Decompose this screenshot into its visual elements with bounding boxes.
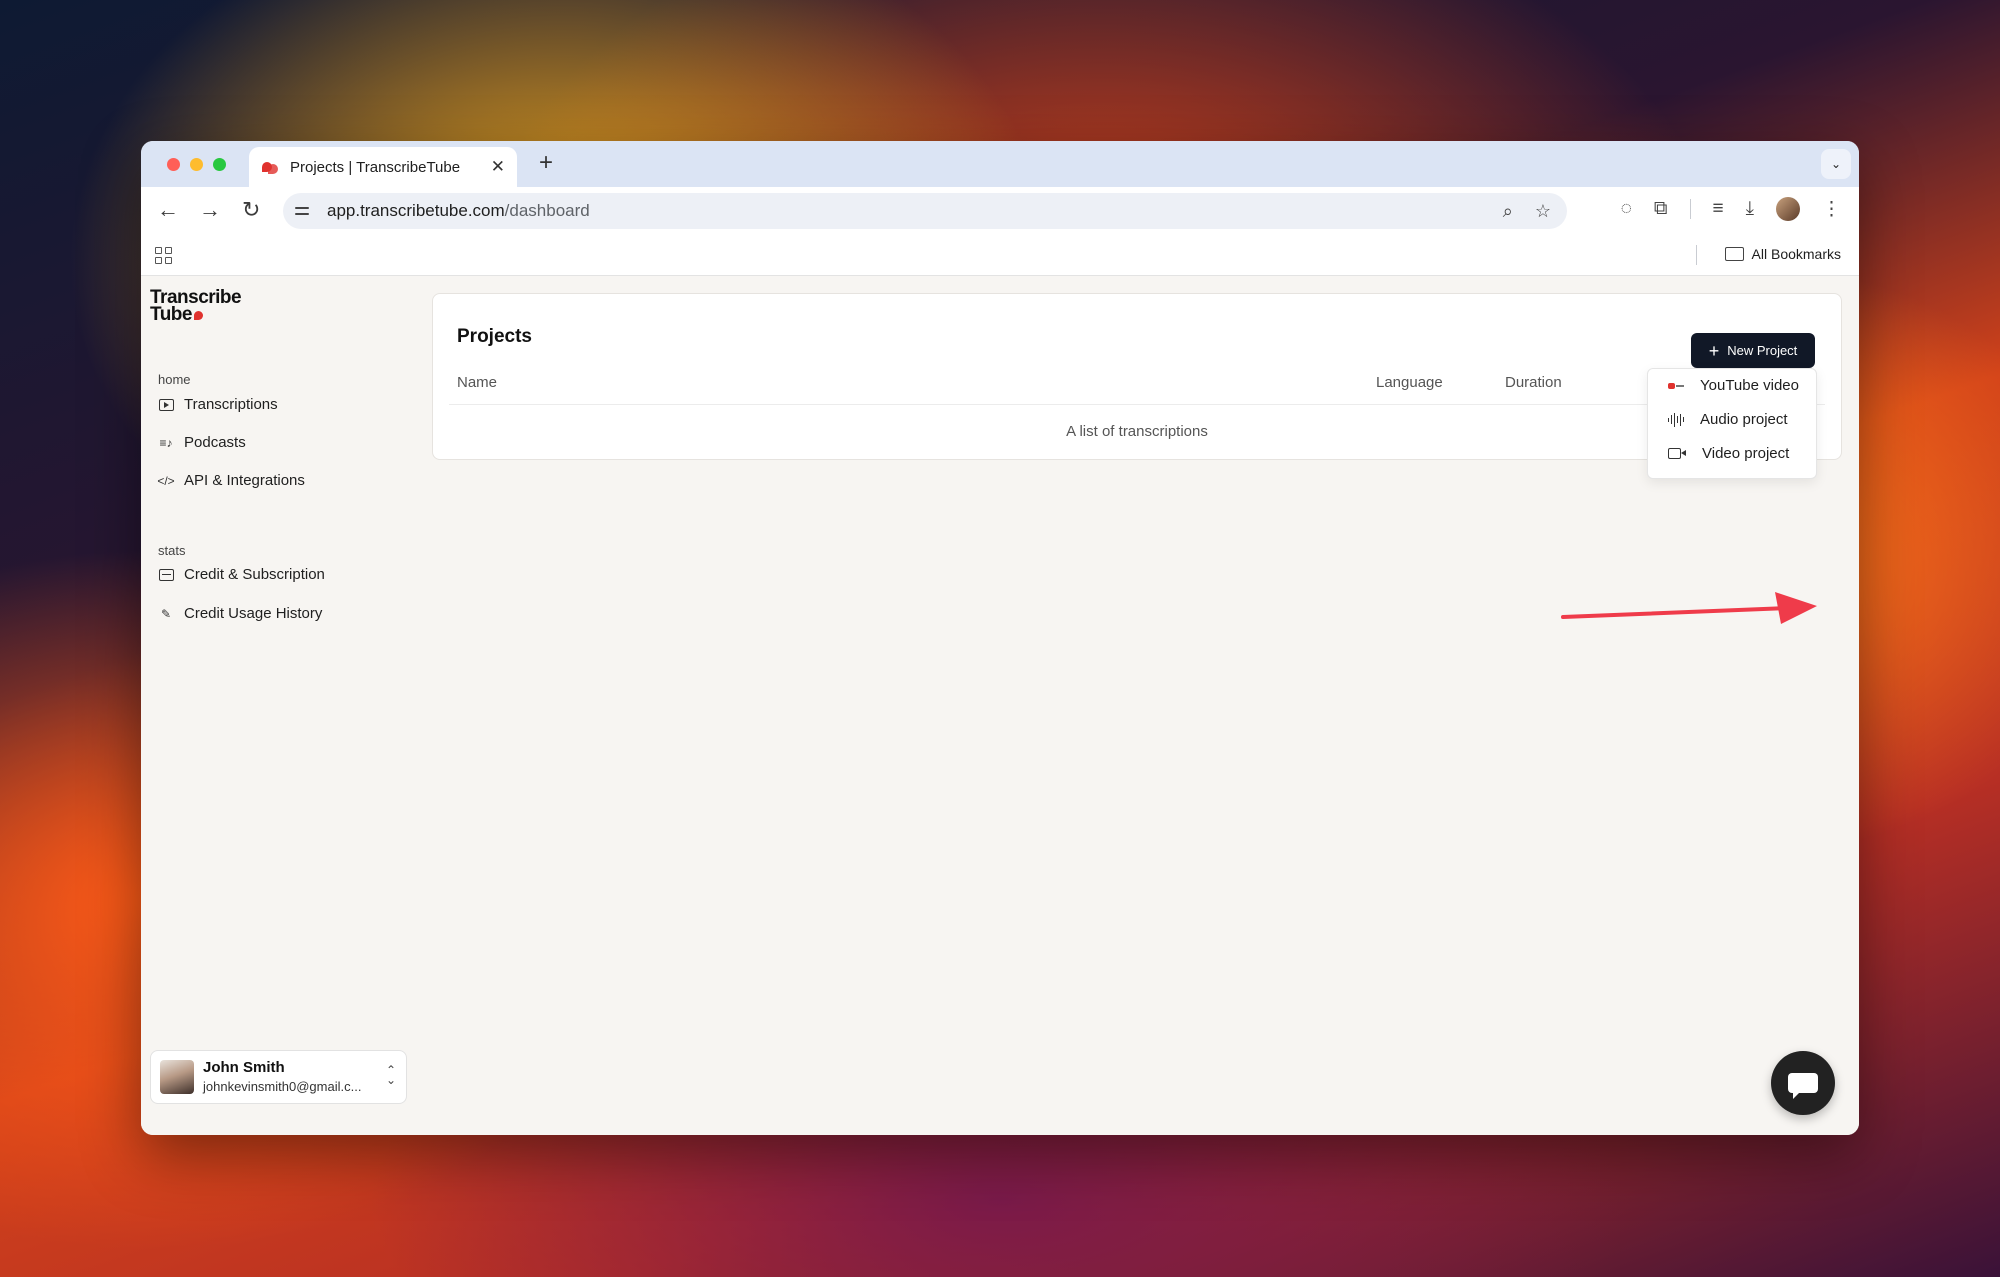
browser-window: Projects | TranscribeTube ✕ + ⌄ ← → ↻ ap…: [141, 141, 1859, 1135]
zoom-icon[interactable]: ⌕: [1503, 201, 1513, 222]
apps-grid-icon[interactable]: [155, 247, 172, 264]
all-bookmarks-button[interactable]: All Bookmarks: [1724, 246, 1841, 262]
site-info-icon[interactable]: [295, 202, 313, 220]
sidebar-item-label: Transcriptions: [184, 396, 278, 413]
new-tab-button[interactable]: +: [539, 149, 553, 177]
stats-section-label: stats: [158, 543, 186, 558]
logo-mark-icon: [193, 311, 203, 320]
tab-strip: Projects | TranscribeTube ✕ + ⌄: [141, 141, 1859, 187]
sidebar-item-credit-subscription[interactable]: Credit & Subscription: [158, 566, 325, 583]
avatar: [160, 1060, 194, 1094]
video-camera-icon: [1668, 448, 1686, 459]
url-host: app.transcribetube.com: [327, 201, 505, 220]
new-project-label: New Project: [1727, 343, 1798, 358]
window-controls: [167, 158, 226, 171]
minimize-window-button[interactable]: [190, 158, 203, 171]
extension-circle-icon[interactable]: ◌: [1621, 198, 1632, 220]
menu-item-youtube-video[interactable]: YouTube video: [1668, 377, 1799, 394]
menu-item-label: Audio project: [1700, 411, 1788, 428]
profile-avatar[interactable]: [1776, 197, 1800, 221]
bookmarks-bar: All Bookmarks: [141, 235, 1859, 276]
table-caption: A list of transcriptions: [1066, 423, 1208, 440]
folder-icon: [1724, 247, 1744, 261]
transcribetube-favicon-icon: [262, 160, 280, 174]
reading-list-icon[interactable]: ≡: [1713, 198, 1724, 220]
sidebar-item-credit-usage-history[interactable]: ✎ Credit Usage History: [158, 605, 322, 622]
user-email: johnkevinsmith0@gmail.c...: [203, 1079, 362, 1094]
sidebar-item-api-integrations[interactable]: </> API & Integrations: [157, 472, 305, 489]
code-icon: </>: [157, 473, 175, 488]
sidebar-item-label: Podcasts: [184, 434, 246, 451]
table-divider: [449, 404, 1825, 405]
plus-icon: +: [1708, 340, 1720, 361]
column-header-name: Name: [457, 374, 498, 391]
sidebar-item-podcasts[interactable]: ≡♪ Podcasts: [158, 434, 246, 451]
home-section-label: home: [158, 372, 191, 387]
bookmarks-divider: [1696, 245, 1697, 265]
user-account-switcher[interactable]: John Smith johnkevinsmith0@gmail.c... ⌃ ⌄: [150, 1050, 407, 1104]
bookmark-star-icon[interactable]: ☆: [1535, 201, 1551, 222]
audio-wave-icon: [1668, 412, 1685, 427]
sidebar-item-label: API & Integrations: [184, 472, 305, 489]
new-project-button[interactable]: + New Project: [1691, 333, 1815, 368]
transcribetube-logo[interactable]: Transcribe Tube: [150, 288, 242, 325]
close-window-button[interactable]: [167, 158, 180, 171]
url-path: /dashboard: [504, 201, 590, 220]
browser-toolbar: ← → ↻ app.transcribetube.com/dashboard ⌕…: [141, 187, 1859, 235]
menu-item-audio-project[interactable]: Audio project: [1668, 411, 1788, 428]
annotation-arrow: [1561, 592, 1817, 624]
card-icon: [158, 567, 174, 583]
reload-button[interactable]: ↻: [242, 199, 260, 221]
chat-bubble-icon: [1788, 1073, 1818, 1099]
youtube-icon: [1668, 382, 1684, 390]
url-text[interactable]: app.transcribetube.com/dashboard: [327, 201, 590, 221]
support-chat-button[interactable]: [1771, 1051, 1835, 1115]
projects-card: Projects Name Language Duration A list o…: [432, 293, 1842, 460]
sidebar-item-label: Credit & Subscription: [184, 566, 325, 583]
download-icon[interactable]: ⤓: [1746, 198, 1754, 220]
column-header-duration: Duration: [1505, 374, 1562, 391]
all-bookmarks-label: All Bookmarks: [1751, 246, 1841, 262]
sidebar-item-label: Credit Usage History: [184, 605, 323, 622]
app-content: Transcribe Tube home Transcriptions ≡♪ P…: [141, 276, 1859, 1135]
logo-line-2: Tube: [150, 304, 192, 325]
back-button[interactable]: ←: [157, 199, 179, 221]
toolbar-icons: ◌ ⧉ ≡ ⤓ ⋮: [1621, 197, 1841, 221]
menu-item-label: YouTube video: [1700, 377, 1799, 394]
tab-title: Projects | TranscribeTube: [290, 158, 461, 176]
forward-button[interactable]: →: [199, 199, 221, 221]
user-name: John Smith: [203, 1059, 285, 1076]
column-header-language: Language: [1376, 374, 1443, 391]
menu-item-label: Video project: [1702, 445, 1790, 462]
toolbar-divider: [1689, 199, 1691, 219]
address-bar[interactable]: app.transcribetube.com/dashboard ⌕ ☆: [283, 193, 1567, 229]
tab-close-icon[interactable]: ✕: [491, 157, 505, 177]
maximize-window-button[interactable]: [213, 158, 226, 171]
page-title: Projects: [457, 326, 532, 347]
play-box-icon: [158, 397, 174, 413]
menu-item-video-project[interactable]: Video project: [1668, 445, 1789, 462]
extensions-puzzle-icon[interactable]: ⧉: [1654, 198, 1668, 220]
more-menu-icon[interactable]: ⋮: [1822, 198, 1841, 221]
tab-search-button[interactable]: ⌄: [1821, 149, 1851, 179]
playlist-icon: ≡♪: [159, 435, 173, 450]
edit-icon: ✎: [160, 606, 172, 621]
chevron-up-down-icon: ⌃ ⌄: [385, 1063, 396, 1087]
new-project-menu: YouTube video Audio project Video projec…: [1647, 368, 1817, 479]
active-tab[interactable]: Projects | TranscribeTube ✕: [249, 147, 517, 187]
sidebar-item-transcriptions[interactable]: Transcriptions: [158, 396, 278, 413]
